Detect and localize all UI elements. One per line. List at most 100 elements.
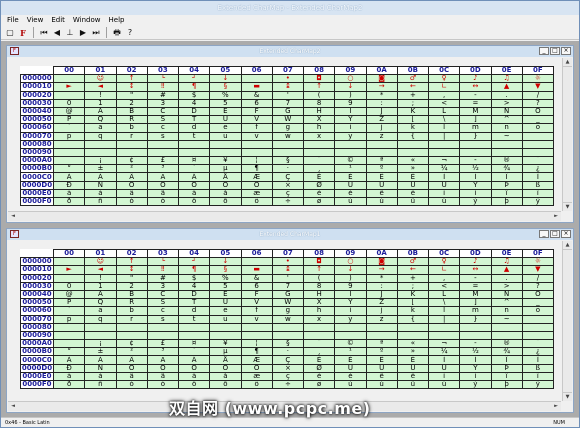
character-cell[interactable]: ∟ (427, 82, 461, 92)
character-cell[interactable]: ç (271, 371, 305, 382)
character-cell[interactable]: Ð (52, 363, 86, 373)
character-cell[interactable] (271, 322, 305, 332)
character-cell[interactable]: ◙ (365, 74, 398, 84)
character-cell[interactable]: _ (521, 298, 555, 308)
character-cell[interactable] (459, 322, 492, 332)
character-cell[interactable]: å (209, 371, 242, 382)
character-cell[interactable]: Ý (459, 180, 492, 190)
character-cell[interactable]: ½ (459, 347, 492, 357)
character-cell[interactable]: ë (396, 371, 430, 382)
character-cell[interactable] (240, 322, 273, 332)
character-cell[interactable]: ¡ (84, 156, 117, 166)
character-cell[interactable]: 8 (302, 98, 336, 108)
character-cell[interactable]: ▬ (240, 265, 273, 275)
character-cell[interactable]: 5 (209, 281, 242, 291)
character-cell[interactable]: ↔ (459, 82, 492, 92)
character-cell[interactable]: Û (396, 180, 430, 190)
character-cell[interactable]: 4 (177, 98, 211, 108)
character-cell[interactable]: ç (271, 188, 305, 199)
character-cell[interactable]: Ä (177, 355, 211, 365)
character-cell[interactable]: ○ (334, 74, 367, 84)
character-cell[interactable]: v (240, 131, 273, 141)
character-cell[interactable]: T (177, 115, 211, 125)
child-titlebar[interactable]: F Extended CharMap2 _ □ × (7, 46, 573, 57)
character-cell[interactable]: ♀ (427, 74, 461, 84)
character-cell[interactable]: « (396, 156, 430, 166)
character-cell[interactable]: . (490, 273, 523, 283)
character-cell[interactable]: ► (52, 265, 86, 275)
character-cell[interactable]: û (396, 379, 430, 390)
character-cell[interactable] (521, 314, 555, 324)
character-cell[interactable]: · (271, 164, 305, 174)
character-cell[interactable]: ! (84, 90, 117, 100)
character-cell[interactable]: ` (52, 123, 86, 133)
character-cell[interactable]: ú (365, 196, 398, 207)
new-window-button[interactable]: ▢ (4, 27, 16, 39)
character-cell[interactable]: ○ (334, 257, 367, 267)
character-cell[interactable] (271, 147, 305, 158)
character-cell[interactable]: [ (396, 115, 430, 125)
character-cell[interactable]: R (115, 298, 148, 308)
character-cell[interactable]: 7 (271, 98, 305, 108)
character-cell[interactable] (490, 330, 523, 341)
character-cell[interactable]: ↕ (115, 82, 148, 92)
character-cell[interactable]: 9 (334, 281, 367, 291)
character-cell[interactable] (146, 322, 180, 332)
character-cell[interactable]: ² (115, 347, 148, 357)
character-cell[interactable]: î (490, 371, 523, 382)
character-cell[interactable]: ¶ (177, 265, 211, 275)
character-cell[interactable]: þ (490, 196, 523, 207)
character-cell[interactable]: ♂ (396, 257, 430, 267)
font-button[interactable]: F (17, 27, 29, 39)
character-cell[interactable]: > (490, 281, 523, 291)
character-cell[interactable]: È (302, 172, 336, 182)
character-cell[interactable]: u (209, 131, 242, 141)
character-cell[interactable]: ¸ (302, 347, 336, 357)
character-cell[interactable]: 8 (302, 281, 336, 291)
character-cell[interactable]: E (209, 106, 242, 117)
character-cell[interactable]: í (459, 371, 492, 382)
character-cell[interactable]: l (427, 123, 461, 133)
character-cell[interactable]: Ê (365, 355, 398, 365)
character-cell[interactable] (84, 147, 117, 158)
character-cell[interactable]: k (396, 123, 430, 133)
character-cell[interactable]: t (177, 131, 211, 141)
character-cell[interactable] (396, 147, 430, 158)
character-cell[interactable]: Ñ (84, 363, 117, 373)
character-cell[interactable]: / (521, 273, 555, 283)
character-cell[interactable]: [ (396, 298, 430, 308)
character-cell[interactable]: ▲ (490, 82, 523, 92)
character-cell[interactable]: ( (302, 273, 336, 283)
character-cell[interactable]: | (427, 131, 461, 141)
menu-edit[interactable]: Edit (50, 15, 66, 26)
character-cell[interactable] (334, 147, 367, 158)
character-cell[interactable]: D (177, 106, 211, 117)
character-cell[interactable]: » (396, 164, 430, 174)
character-cell[interactable]: / (521, 90, 555, 100)
character-cell[interactable]: ¥ (209, 339, 242, 349)
character-cell[interactable]: D (177, 289, 211, 300)
scroll-down-icon[interactable]: ▼ (563, 202, 572, 211)
charmap-window-2[interactable]: F Extended CharMap2 _ □ × 00 01 02 03 04 05 06… (6, 45, 574, 223)
character-cell[interactable]: 2 (115, 281, 148, 291)
character-cell[interactable]: ¾ (490, 347, 523, 357)
character-cell[interactable]: ↨ (271, 265, 305, 275)
character-cell[interactable]: Ø (302, 180, 336, 190)
character-cell[interactable]: ♫ (490, 74, 523, 84)
character-cell[interactable]: " (115, 90, 148, 100)
character-cell[interactable]: u (209, 314, 242, 324)
character-cell[interactable]: + (396, 273, 430, 283)
character-cell[interactable] (334, 139, 367, 149)
character-cell[interactable]: ? (521, 98, 555, 108)
character-cell[interactable]: = (459, 281, 492, 291)
character-cell[interactable]: ¿ (521, 347, 555, 357)
character-cell[interactable]: W (271, 115, 305, 125)
character-cell[interactable]: q (84, 131, 117, 141)
character-cell[interactable]: 0 (52, 281, 86, 291)
character-cell[interactable]: S (146, 298, 180, 308)
character-cell[interactable] (365, 322, 398, 332)
character-cell[interactable]: : (365, 281, 398, 291)
character-cell[interactable]: ' (271, 273, 305, 283)
character-cell[interactable]: h (302, 306, 336, 316)
character-cell[interactable]: Ç (271, 172, 305, 182)
